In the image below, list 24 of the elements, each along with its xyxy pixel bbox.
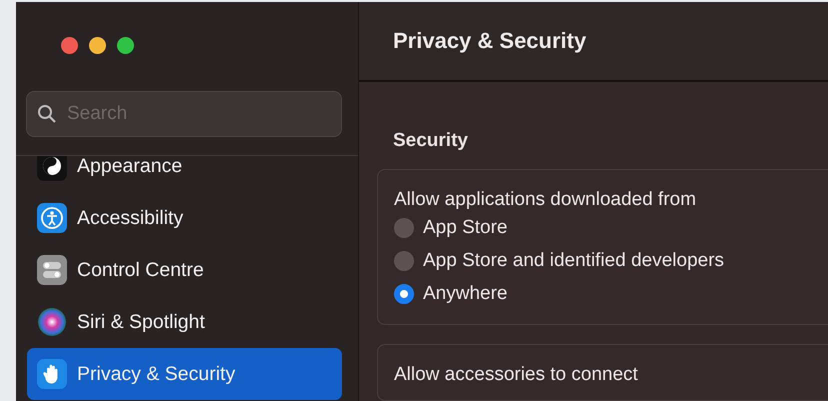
toggles-icon xyxy=(37,255,67,285)
setting-label: Allow accessories to connect xyxy=(394,364,639,386)
sidebar-item[interactable]: Appearance xyxy=(27,156,342,192)
sidebar-item[interactable]: Control Centre xyxy=(27,244,342,296)
close-button[interactable] xyxy=(61,37,78,54)
accessibility-icon xyxy=(37,203,67,233)
siri-icon xyxy=(37,307,67,337)
search-icon xyxy=(37,104,57,124)
radio-label: App Store xyxy=(423,216,508,238)
sidebar-item[interactable]: Privacy & Security xyxy=(27,348,342,400)
section-heading: Security xyxy=(393,130,469,152)
hand-icon xyxy=(37,359,67,389)
radio-button[interactable] xyxy=(394,250,414,270)
sidebar-item[interactable]: Accessibility xyxy=(27,192,342,244)
zoom-button[interactable] xyxy=(117,37,134,54)
appearance-icon xyxy=(37,156,67,181)
radio-label: App Store and identified developers xyxy=(423,250,724,272)
window-title: Privacy & Security xyxy=(393,28,586,54)
minimize-button[interactable] xyxy=(89,37,106,54)
sidebar-item[interactable]: Siri & Spotlight xyxy=(27,296,342,348)
setting-label: Allow applications downloaded from xyxy=(394,189,698,211)
radio-button[interactable] xyxy=(394,284,414,304)
radio-button[interactable] xyxy=(394,218,414,238)
radio-label: Anywhere xyxy=(423,282,508,304)
